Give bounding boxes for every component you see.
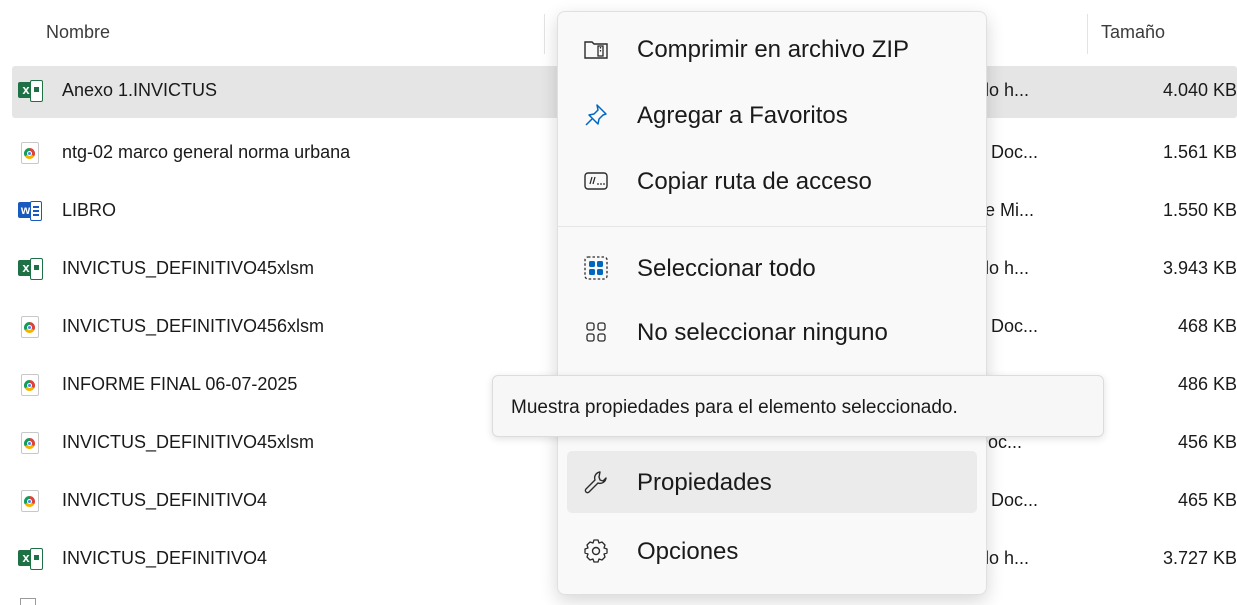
menu-item-label: Opciones	[637, 538, 739, 565]
chrome-pdf-icon	[18, 490, 42, 512]
excel-file-icon: x	[18, 548, 43, 570]
tooltip-text: Muestra propiedades para el elemento sel…	[511, 397, 958, 418]
file-name: INVICTUS_DEFINITIVO45xlsm	[62, 258, 315, 278]
zip-folder-icon	[583, 36, 609, 62]
column-header-name[interactable]: Nombre	[46, 22, 110, 43]
menu-item-select-all[interactable]: Seleccionar todo	[567, 237, 977, 299]
file-size: 486 KB	[1177, 374, 1237, 394]
file-size: 4.040 KB	[1162, 80, 1237, 100]
file-name: INFORME FINAL 06-07-2025	[62, 374, 298, 394]
menu-item-compress-zip[interactable]: Comprimir en archivo ZIP	[567, 18, 977, 80]
chrome-pdf-icon	[18, 142, 42, 164]
column-header-size[interactable]: Tamaño	[1101, 22, 1165, 43]
file-name: INVICTUS_DEFINITIVO456xlsm	[62, 316, 325, 336]
select-all-icon	[583, 255, 609, 281]
file-size: 3.727 KB	[1162, 548, 1237, 568]
file-size: 1.561 KB	[1162, 142, 1237, 162]
menu-item-properties[interactable]: Propiedades	[567, 451, 977, 513]
file-name: INVICTUS_DEFINITIVO4	[62, 490, 268, 510]
copy-path-icon	[583, 168, 609, 194]
chrome-pdf-icon	[18, 432, 42, 454]
tooltip: Muestra propiedades para el elemento sel…	[492, 375, 1104, 437]
select-none-icon	[583, 319, 609, 345]
excel-file-icon: x	[18, 258, 43, 280]
menu-item-label: Agregar a Favoritos	[637, 102, 848, 129]
menu-item-label: Seleccionar todo	[637, 255, 816, 282]
wrench-icon	[583, 469, 609, 495]
partial-file-icon	[20, 598, 36, 605]
menu-item-select-none[interactable]: No seleccionar ninguno	[567, 301, 977, 363]
file-name: LIBRO	[62, 200, 117, 220]
gear-icon	[583, 538, 609, 564]
file-size: 456 KB	[1177, 432, 1237, 452]
file-name: INVICTUS_DEFINITIVO4	[62, 548, 268, 568]
menu-item-label: Propiedades	[637, 469, 772, 496]
excel-file-icon: x	[18, 80, 43, 102]
menu-item-add-favorites[interactable]: Agregar a Favoritos	[567, 84, 977, 146]
menu-item-options[interactable]: Opciones	[567, 520, 977, 582]
menu-item-copy-path[interactable]: Copiar ruta de acceso	[567, 150, 977, 212]
file-size: 465 KB	[1177, 490, 1237, 510]
file-size: 468 KB	[1177, 316, 1237, 336]
menu-divider	[558, 226, 986, 227]
context-menu: Comprimir en archivo ZIP Agregar a Favor…	[557, 11, 987, 595]
file-name: ntg-02 marco general norma urbana	[62, 142, 351, 162]
menu-item-label: No seleccionar ninguno	[637, 319, 888, 346]
pin-icon	[583, 102, 609, 128]
column-divider[interactable]	[1087, 14, 1088, 54]
word-file-icon: w	[18, 200, 42, 222]
chrome-pdf-icon	[18, 374, 42, 396]
file-name: INVICTUS_DEFINITIVO45xlsm	[62, 432, 315, 452]
chrome-pdf-icon	[18, 316, 42, 338]
menu-item-label: Copiar ruta de acceso	[637, 168, 872, 195]
column-divider[interactable]	[544, 14, 545, 54]
menu-item-label: Comprimir en archivo ZIP	[637, 36, 910, 63]
file-size: 3.943 KB	[1162, 258, 1237, 278]
file-name: Anexo 1.INVICTUS	[62, 80, 218, 100]
file-size: 1.550 KB	[1162, 200, 1237, 220]
